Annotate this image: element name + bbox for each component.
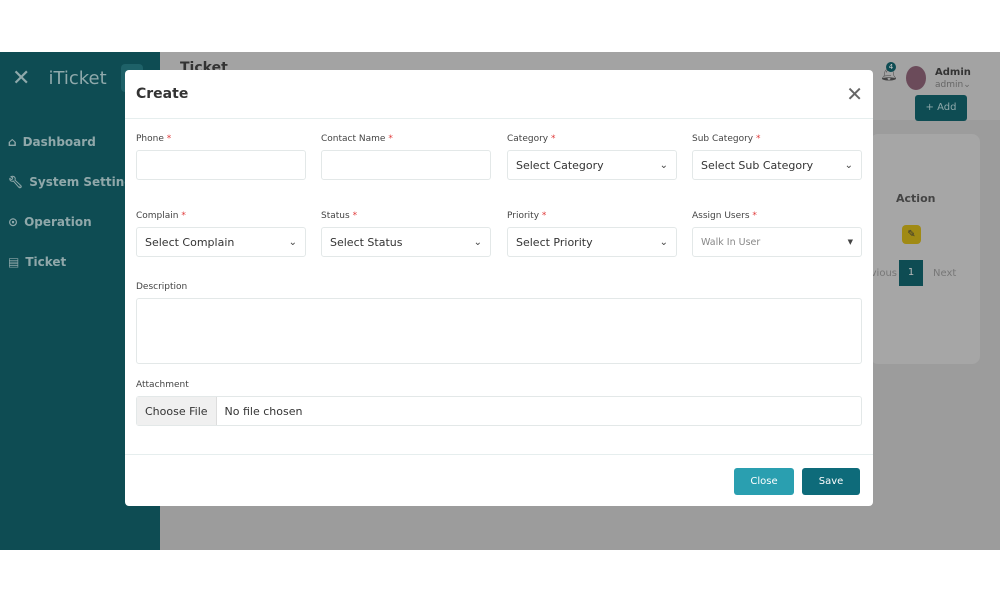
modal-title: Create <box>136 86 189 102</box>
phone-field: Phone * <box>136 134 306 180</box>
attachment-field: Attachment Choose File No file chosen <box>136 380 862 426</box>
file-input[interactable]: Choose File No file chosen <box>136 396 862 426</box>
sidebar-item-operation[interactable]: ⊙ Operation <box>8 202 133 242</box>
sidebar-item-system-setting[interactable]: 🔧︎ System Setting <box>8 162 133 202</box>
create-modal: Create ✕ Phone * Contact Name * Category… <box>125 70 873 506</box>
next-page-button[interactable]: Next <box>933 268 956 279</box>
sidebar-item-label: Ticket <box>25 255 67 269</box>
contact-name-input[interactable] <box>321 150 491 180</box>
phone-input[interactable] <box>136 150 306 180</box>
user-role-dropdown[interactable]: admin⌄ <box>935 80 971 90</box>
priority-select[interactable]: Select Priority ⌄ <box>507 227 677 257</box>
field-label: Description <box>136 282 188 292</box>
sidebar-item-label: Dashboard <box>22 135 96 149</box>
modal-footer: Close Save <box>125 454 873 506</box>
sidebar-item-label: Operation <box>24 215 92 229</box>
chevron-down-icon: ⌄ <box>844 159 853 171</box>
close-button[interactable]: Close <box>734 468 794 495</box>
logo: ✕ iTicket <box>12 66 107 91</box>
contact-name-field: Contact Name * <box>321 134 491 180</box>
user-role: admin <box>935 80 964 90</box>
ticket-card <box>870 134 980 364</box>
sidebar-item-label: System Setting <box>29 175 133 189</box>
category-field: Category * Select Category ⌄ <box>507 134 677 180</box>
field-label: Category * <box>507 134 556 144</box>
choose-file-button[interactable]: Choose File <box>137 397 217 425</box>
chevron-down-icon: ⌄ <box>473 236 482 248</box>
complain-select[interactable]: Select Complain ⌄ <box>136 227 306 257</box>
previous-label: Previous <box>873 268 897 279</box>
sub-category-select[interactable]: Select Sub Category ⌄ <box>692 150 862 180</box>
ticket-icon: ▤ <box>8 255 20 269</box>
field-label: Status * <box>321 211 358 221</box>
description-textarea[interactable] <box>136 298 862 364</box>
assign-users-select[interactable]: Walk In User ▼ <box>692 227 862 257</box>
category-select[interactable]: Select Category ⌄ <box>507 150 677 180</box>
sub-category-field: Sub Category * Select Sub Category ⌄ <box>692 134 862 180</box>
assign-users-field: Assign Users * Walk In User ▼ <box>692 211 862 257</box>
edit-icon[interactable]: ✎ <box>902 225 921 244</box>
status-field: Status * Select Status ⌄ <box>321 211 491 257</box>
app-name: iTicket <box>48 68 107 89</box>
chevron-down-icon: ⌄ <box>659 236 668 248</box>
field-label: Attachment <box>136 380 189 390</box>
priority-field: Priority * Select Priority ⌄ <box>507 211 677 257</box>
sidebar-item-ticket[interactable]: ▤ Ticket <box>8 242 133 282</box>
chevron-down-icon: ⌄ <box>288 236 297 248</box>
caret-down-icon: ▼ <box>847 238 853 246</box>
complain-field: Complain * Select Complain ⌄ <box>136 211 306 257</box>
file-status: No file chosen <box>224 404 303 418</box>
field-label: Sub Category * <box>692 134 761 144</box>
sidebar-nav: ⌂ Dashboard 🔧︎ System Setting ⊙ Operation ▤… <box>8 122 133 282</box>
save-button[interactable]: Save <box>802 468 860 495</box>
field-label: Complain * <box>136 211 186 221</box>
user-name[interactable]: Admin <box>935 67 971 78</box>
logo-icon: ✕ <box>12 66 31 91</box>
wrench-icon: 🔧︎ <box>8 175 24 189</box>
field-label: Priority * <box>507 211 547 221</box>
field-label: Phone * <box>136 134 172 144</box>
modal-header: Create ✕ <box>125 70 873 119</box>
action-column-header: Action <box>896 192 936 205</box>
notification-badge: 4 <box>886 62 896 72</box>
chevron-down-icon: ⌄ <box>659 159 668 171</box>
sidebar-item-dashboard[interactable]: ⌂ Dashboard <box>8 122 133 162</box>
avatar[interactable] <box>906 66 926 90</box>
field-label: Contact Name * <box>321 134 393 144</box>
home-icon: ⌂ <box>8 135 17 149</box>
page-1-button[interactable]: 1 <box>899 260 923 286</box>
description-field: Description <box>136 282 862 364</box>
add-button[interactable]: + Add <box>915 95 967 121</box>
close-icon[interactable]: ✕ <box>846 82 863 106</box>
field-label: Assign Users * <box>692 211 757 221</box>
status-select[interactable]: Select Status ⌄ <box>321 227 491 257</box>
circle-dot-icon: ⊙ <box>8 215 19 229</box>
previous-page-button[interactable]: Previous <box>873 268 897 279</box>
